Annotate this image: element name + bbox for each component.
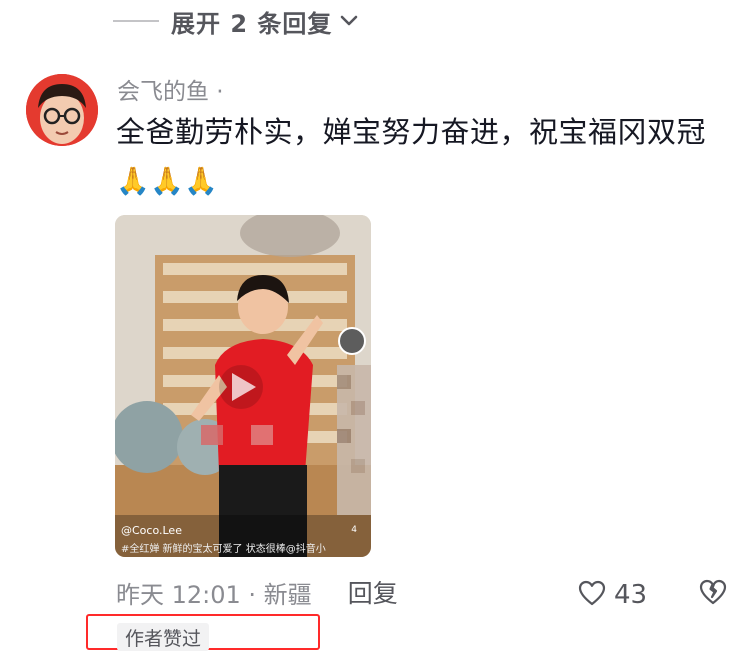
video-caption: #全红婵 新鲜的宝太可爱了 状态很棒@抖音小 (121, 544, 326, 555)
chevron-down-icon (338, 10, 360, 32)
like-count: 43 (614, 580, 648, 610)
expand-replies-button[interactable]: 展开 2 条回复 (113, 2, 360, 40)
play-icon (219, 365, 263, 409)
video-side-count: 4 (351, 525, 357, 535)
comment-username[interactable]: 会飞的鱼 · (117, 72, 224, 106)
heart-outline-icon (578, 580, 606, 610)
expand-divider (113, 20, 159, 22)
comment-meta: 昨天 12:01 · 新疆 回复 (116, 574, 398, 610)
dislike-button[interactable] (698, 578, 728, 610)
reply-button[interactable]: 回复 (348, 574, 398, 610)
avatar[interactable] (26, 74, 98, 146)
author-liked-badge: 作者赞过 (117, 623, 210, 651)
comment-body: 全爸勤劳朴实，婵宝努力奋进，祝宝福冈双冠 (116, 115, 707, 149)
praying-hands-emoji: 🙏🙏🙏 (116, 166, 219, 197)
comment-text: 全爸勤劳朴实，婵宝努力奋进，祝宝福冈双冠 🙏🙏🙏 (116, 108, 716, 206)
video-thumbnail[interactable]: @Coco.Lee #全红婵 新鲜的宝太可爱了 状态很棒@抖音小 4 (115, 215, 371, 557)
expand-replies-label: 展开 2 条回复 (171, 9, 333, 38)
comment-timestamp: 昨天 12:01 · 新疆 (116, 580, 312, 609)
video-author-handle: @Coco.Lee (121, 524, 182, 537)
like-button[interactable]: 43 (578, 578, 647, 612)
broken-heart-icon (698, 579, 728, 610)
